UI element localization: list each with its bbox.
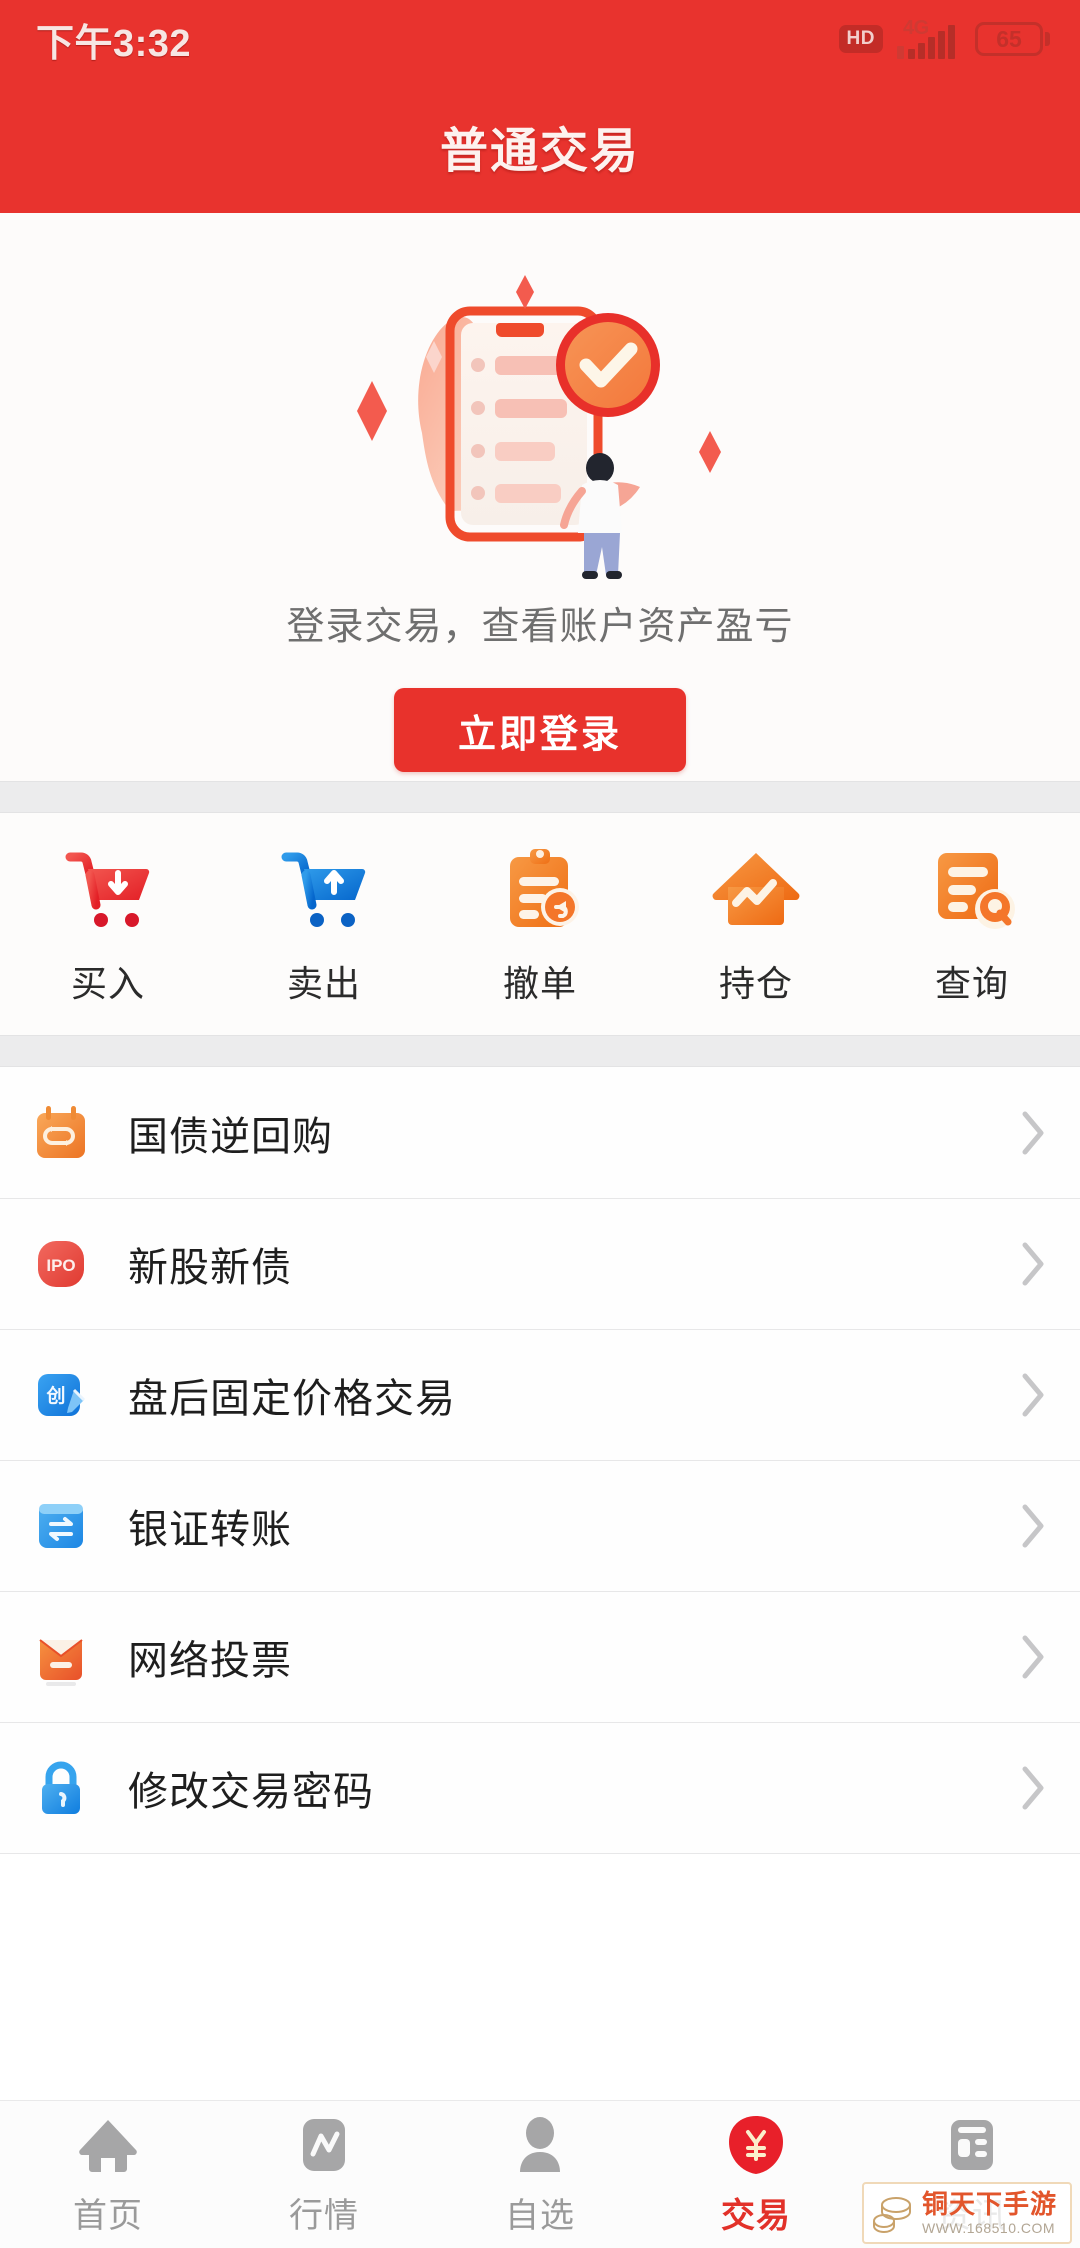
- signal-icon: 4G: [897, 17, 955, 59]
- tab-label: 行情: [289, 2197, 359, 2235]
- quick-actions-row: 买入 卖出 撤单 持仓 查询: [0, 813, 1080, 1035]
- quick-action-cancel-order[interactable]: 撤单: [432, 841, 648, 1007]
- quick-action-label: 查询: [934, 963, 1009, 1004]
- svg-text:IPO: IPO: [46, 1256, 75, 1275]
- battery-level-label: 65: [975, 22, 1043, 56]
- cart-down-icon: [65, 852, 150, 927]
- tab-watchlist[interactable]: 自选: [432, 2112, 648, 2237]
- tab-home[interactable]: 首页: [0, 2112, 216, 2237]
- menu-item-label: 国债逆回购: [128, 1114, 333, 1159]
- clipboard-undo-icon: [510, 849, 579, 927]
- menu-item-new-shares-bonds[interactable]: IPO 新股新债: [0, 1198, 1080, 1329]
- section-divider-top: [0, 781, 1080, 813]
- tab-label: 首页: [73, 2197, 143, 2235]
- watermark-url: WWW.168510.COM: [922, 2220, 1056, 2236]
- menu-item-label: 盘后固定价格交易: [128, 1376, 456, 1421]
- tab-trade[interactable]: 交易: [648, 2112, 864, 2237]
- status-bar: 下午3:32 HD 4G 65: [0, 0, 1080, 78]
- menu-item-label: 银证转账: [128, 1507, 292, 1552]
- quick-action-query[interactable]: 查询: [864, 841, 1080, 1007]
- watermark-name: 铜天下手游: [922, 2189, 1058, 2219]
- quick-action-sell[interactable]: 卖出: [216, 841, 432, 1007]
- menu-list: 国债逆回购 IPO 新股新债 创 盘后固定价格交易 银证转账 网络投票 修改交易…: [0, 1067, 1080, 1854]
- house-chart-icon: [712, 853, 800, 925]
- quick-action-label: 卖出: [286, 963, 361, 1004]
- quick-action-label: 持仓: [718, 963, 793, 1004]
- network-type-label: 4G: [903, 17, 929, 39]
- menu-item-online-voting[interactable]: 网络投票: [0, 1591, 1080, 1722]
- menu-item-label: 网络投票: [128, 1638, 292, 1683]
- login-prompt-text: 登录交易，查看账户资产盈亏: [286, 606, 794, 648]
- chevron-right-icon: [1022, 1242, 1044, 1285]
- chevron-right-icon: [1022, 1766, 1044, 1809]
- menu-item-change-trade-password[interactable]: 修改交易密码: [0, 1722, 1080, 1853]
- tab-market[interactable]: 行情: [216, 2112, 432, 2237]
- quick-action-label: 买入: [70, 963, 145, 1004]
- signal-stub: [897, 46, 904, 59]
- menu-item-bank-transfer[interactable]: 银证转账: [0, 1460, 1080, 1591]
- quick-action-label: 撤单: [502, 963, 577, 1004]
- menu-item-after-hours-fixed-price[interactable]: 创 盘后固定价格交易: [0, 1329, 1080, 1460]
- status-icons: HD 4G 65: [838, 17, 1050, 59]
- chevron-right-icon: [1022, 1373, 1044, 1416]
- menu-item-reverse-repo[interactable]: 国债逆回购: [0, 1067, 1080, 1198]
- home-icon: [79, 2120, 137, 2172]
- hd-icon: HD: [838, 25, 883, 53]
- person-icon: [520, 2117, 560, 2172]
- bank-transfer-icon: [39, 1503, 83, 1548]
- status-time: 下午3:32: [36, 22, 192, 65]
- quick-action-positions[interactable]: 持仓: [648, 841, 864, 1007]
- chuang-pen-icon: 创: [38, 1373, 86, 1416]
- login-button[interactable]: 立即登录: [394, 688, 686, 772]
- watermark-text: 铜天下手游 WWW.168510.COM: [922, 2191, 1057, 2235]
- ipo-icon: IPO: [38, 1240, 84, 1287]
- login-hero-section: 登录交易，查看账户资产盈亏 立即登录: [0, 213, 1080, 781]
- lock-icon: [42, 1761, 80, 1814]
- calendar-refresh-icon: [37, 1105, 85, 1158]
- chevron-right-icon: [1022, 1111, 1044, 1154]
- tab-label: 自选: [505, 2197, 575, 2235]
- yuan-badge-icon: [729, 2116, 783, 2174]
- chevron-right-icon: [1022, 1504, 1044, 1547]
- battery-cap: [1045, 32, 1050, 46]
- section-divider-bottom: [0, 1035, 1080, 1067]
- battery-icon: 65: [975, 22, 1050, 56]
- news-icon: [951, 2120, 993, 2170]
- coins-logo-icon: [873, 2197, 911, 2233]
- market-chart-icon: [303, 2119, 345, 2171]
- ballot-box-icon: [39, 1638, 83, 1686]
- login-illustration: [357, 275, 721, 579]
- watermark: 铜天下手游 WWW.168510.COM: [862, 2182, 1072, 2244]
- page-title: 普通交易: [439, 124, 640, 178]
- cart-up-icon: [281, 852, 366, 927]
- quick-action-buy[interactable]: 买入: [0, 841, 216, 1007]
- menu-item-label: 修改交易密码: [128, 1769, 374, 1814]
- empty-content-area: [0, 1854, 1080, 2096]
- menu-item-label: 新股新债: [128, 1245, 292, 1290]
- app-bar: 普通交易: [0, 78, 1080, 213]
- chevron-right-icon: [1022, 1635, 1044, 1678]
- tab-label: 交易: [721, 2197, 791, 2235]
- svg-text:创: 创: [45, 1384, 65, 1407]
- doc-search-icon: [938, 853, 1015, 929]
